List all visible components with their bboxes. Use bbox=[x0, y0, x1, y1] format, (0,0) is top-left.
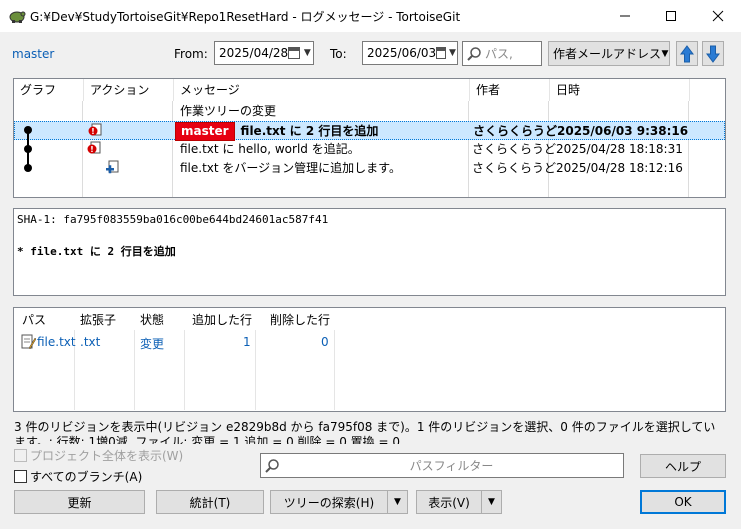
tortoisegit-icon bbox=[9, 11, 26, 23]
all-branches-label: すべてのブランチ(A) bbox=[30, 470, 143, 484]
next-button[interactable] bbox=[702, 41, 724, 66]
column-header-status[interactable]: 状態 bbox=[140, 311, 164, 328]
table-row[interactable]: ! file.txt に hello, world を追記。 さくらくらうど 2… bbox=[14, 140, 725, 159]
column-header-deleted[interactable]: 削除した行 bbox=[270, 311, 330, 328]
status-text: 3 件のリビジョンを表示中(リビジョン e2829b8d から fa795f08… bbox=[14, 420, 716, 444]
branch-link[interactable]: master bbox=[12, 47, 54, 61]
calendar-icon bbox=[288, 47, 300, 59]
minimize-icon bbox=[620, 15, 630, 17]
file-deleted-lines: 0 bbox=[321, 335, 329, 349]
column-header-graph[interactable]: グラフ bbox=[14, 79, 84, 101]
column-divider bbox=[255, 330, 256, 410]
row-date: 2025/04/28 18:12:16 bbox=[556, 161, 683, 175]
column-header-added[interactable]: 追加した行 bbox=[192, 311, 252, 328]
checkbox-box bbox=[14, 470, 27, 483]
filter-field-select[interactable]: 作者メールアドレス ▼ bbox=[548, 41, 670, 66]
column-header-date[interactable]: 日時 bbox=[550, 79, 690, 101]
path-filter-placeholder: パスフィルター bbox=[409, 459, 494, 473]
search-icon bbox=[265, 458, 279, 473]
table-row-selected[interactable]: ! master file.txt に 2 行目を追加 さくらくらうど 2025/… bbox=[14, 121, 725, 141]
row-message: 作業ツリーの変更 bbox=[180, 104, 277, 118]
column-header-author[interactable]: 作者 bbox=[470, 79, 550, 101]
search-input[interactable]: パス, bbox=[462, 41, 542, 66]
revision-graph bbox=[24, 126, 32, 172]
help-button[interactable]: ヘルプ bbox=[640, 454, 726, 478]
path-filter-input[interactable]: パスフィルター bbox=[260, 453, 624, 478]
filter-field-value: 作者メールアドレス bbox=[553, 47, 662, 61]
file-status: 変更 bbox=[140, 337, 165, 351]
maximize-icon bbox=[666, 11, 676, 21]
view-label: 表示(V) bbox=[428, 495, 470, 510]
minimize-button[interactable] bbox=[602, 0, 648, 32]
commit-message-panel[interactable]: SHA-1: fa795f083559ba016c00be644bd24601a… bbox=[13, 208, 726, 296]
arrow-down-icon bbox=[706, 45, 720, 63]
all-branches-checkbox[interactable]: すべてのブランチ(A) bbox=[14, 468, 142, 485]
chevron-down-icon: ▼ bbox=[448, 48, 456, 58]
added-file-icon bbox=[104, 160, 120, 182]
browse-tree-label: ツリーの探索(H) bbox=[283, 495, 375, 510]
commit-message: * file.txt に 2 行目を追加 bbox=[17, 245, 176, 258]
column-divider bbox=[334, 330, 335, 410]
file-edit-icon bbox=[20, 334, 37, 353]
column-header-path[interactable]: パス bbox=[22, 311, 46, 328]
calendar-icon bbox=[436, 47, 446, 59]
column-divider bbox=[134, 330, 135, 410]
chevron-down-icon[interactable]: ▼ bbox=[387, 491, 407, 513]
close-button[interactable] bbox=[695, 0, 741, 32]
row-author: さくらくらうど bbox=[472, 142, 557, 156]
chevron-down-icon: ▼ bbox=[303, 48, 311, 58]
browse-tree-button[interactable]: ツリーの探索(H) ▼ bbox=[270, 490, 408, 514]
to-label: To: bbox=[330, 47, 347, 61]
window-title: G:¥Dev¥StudyTortoiseGit¥Repo1ResetHard -… bbox=[30, 10, 461, 24]
refresh-button[interactable]: 更新 bbox=[14, 490, 145, 514]
file-extension: .txt bbox=[80, 335, 101, 349]
view-button[interactable]: 表示(V) ▼ bbox=[416, 490, 502, 514]
search-placeholder: パス, bbox=[485, 47, 513, 61]
svg-text:!: ! bbox=[90, 145, 94, 154]
search-icon bbox=[467, 46, 481, 61]
from-date-picker[interactable]: 2025/04/28 ▼ bbox=[214, 41, 314, 65]
show-whole-project-label: プロジェクト全体を表示(W) bbox=[30, 449, 184, 463]
row-message: file.txt をバージョン管理に追加します。 bbox=[180, 161, 401, 175]
statistics-button[interactable]: 統計(T) bbox=[156, 490, 264, 514]
column-header-message[interactable]: メッセージ bbox=[174, 79, 470, 101]
ok-button[interactable]: OK bbox=[640, 490, 726, 514]
commit-sha: SHA-1: fa795f083559ba016c00be644bd24601a… bbox=[17, 213, 329, 226]
changed-files-list[interactable]: パス 拡張子 状態 追加した行 削除した行 file.txt .txt 変更 1… bbox=[13, 307, 726, 412]
column-header-extension[interactable]: 拡張子 bbox=[80, 311, 116, 328]
from-date-value: 2025/04/28 bbox=[219, 46, 289, 60]
chevron-down-icon: ▼ bbox=[661, 48, 669, 59]
arrow-up-icon bbox=[680, 44, 694, 62]
file-added-lines: 1 bbox=[243, 335, 251, 349]
to-date-picker[interactable]: 2025/06/03 ▼ bbox=[362, 41, 458, 65]
previous-button[interactable] bbox=[676, 41, 698, 66]
checkbox-box bbox=[14, 449, 27, 462]
row-message: file.txt に hello, world を追記。 bbox=[180, 142, 360, 156]
file-path[interactable]: file.txt bbox=[37, 335, 76, 349]
row-author: さくらくらうど bbox=[473, 124, 558, 138]
maximize-button[interactable] bbox=[648, 0, 694, 32]
title-bar: G:¥Dev¥StudyTortoiseGit¥Repo1ResetHard -… bbox=[0, 0, 741, 32]
branch-badge: master bbox=[175, 122, 235, 141]
show-whole-project-checkbox[interactable]: プロジェクト全体を表示(W) bbox=[14, 447, 183, 464]
column-divider bbox=[184, 330, 185, 410]
from-label: From: bbox=[174, 47, 208, 61]
row-message: file.txt に 2 行目を追加 bbox=[240, 124, 379, 138]
svg-text:!: ! bbox=[91, 127, 95, 136]
to-date-value: 2025/06/03 bbox=[367, 46, 437, 60]
table-row[interactable]: 作業ツリーの変更 bbox=[14, 102, 725, 121]
table-row[interactable]: file.txt をバージョン管理に追加します。 さくらくらうど 2025/04… bbox=[14, 159, 725, 178]
close-icon bbox=[712, 10, 724, 22]
row-date: 2025/04/28 18:18:31 bbox=[556, 142, 683, 156]
row-author: さくらくらうど bbox=[472, 161, 557, 175]
log-list[interactable]: グラフ アクション メッセージ 作者 日時 作業ツリーの変更 ! master f… bbox=[13, 78, 726, 198]
column-header-action[interactable]: アクション bbox=[84, 79, 174, 101]
row-date: 2025/06/03 9:38:16 bbox=[557, 124, 689, 138]
chevron-down-icon[interactable]: ▼ bbox=[481, 491, 501, 513]
